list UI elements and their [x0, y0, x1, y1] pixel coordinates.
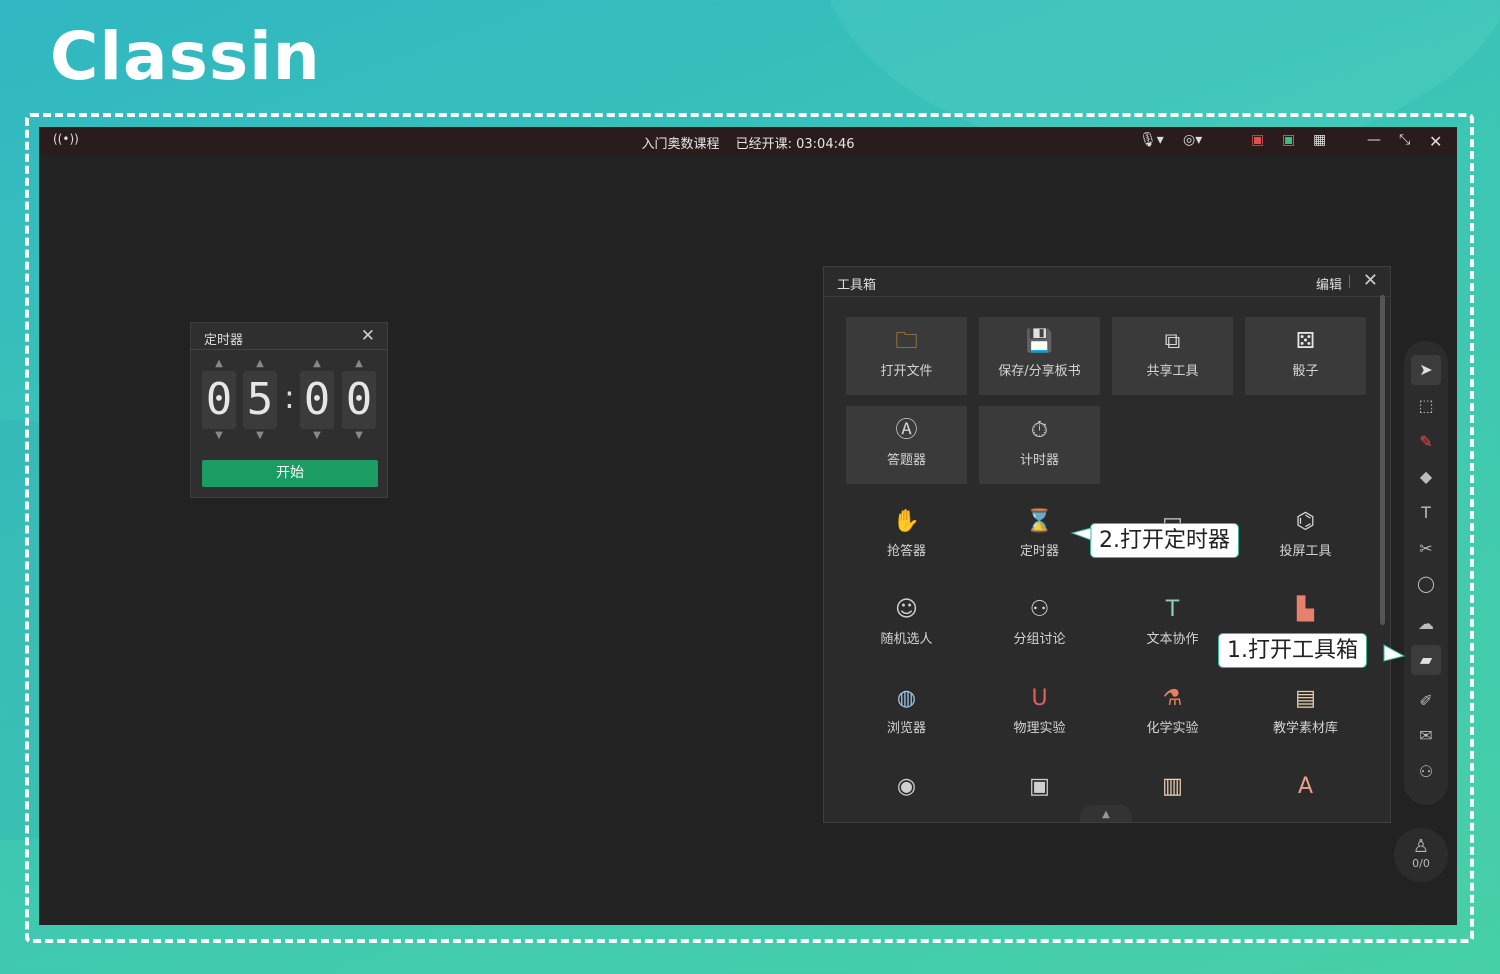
callout-pointer	[1070, 527, 1092, 541]
callout-pointer	[1383, 644, 1406, 662]
callout-pointers	[1070, 527, 1406, 662]
